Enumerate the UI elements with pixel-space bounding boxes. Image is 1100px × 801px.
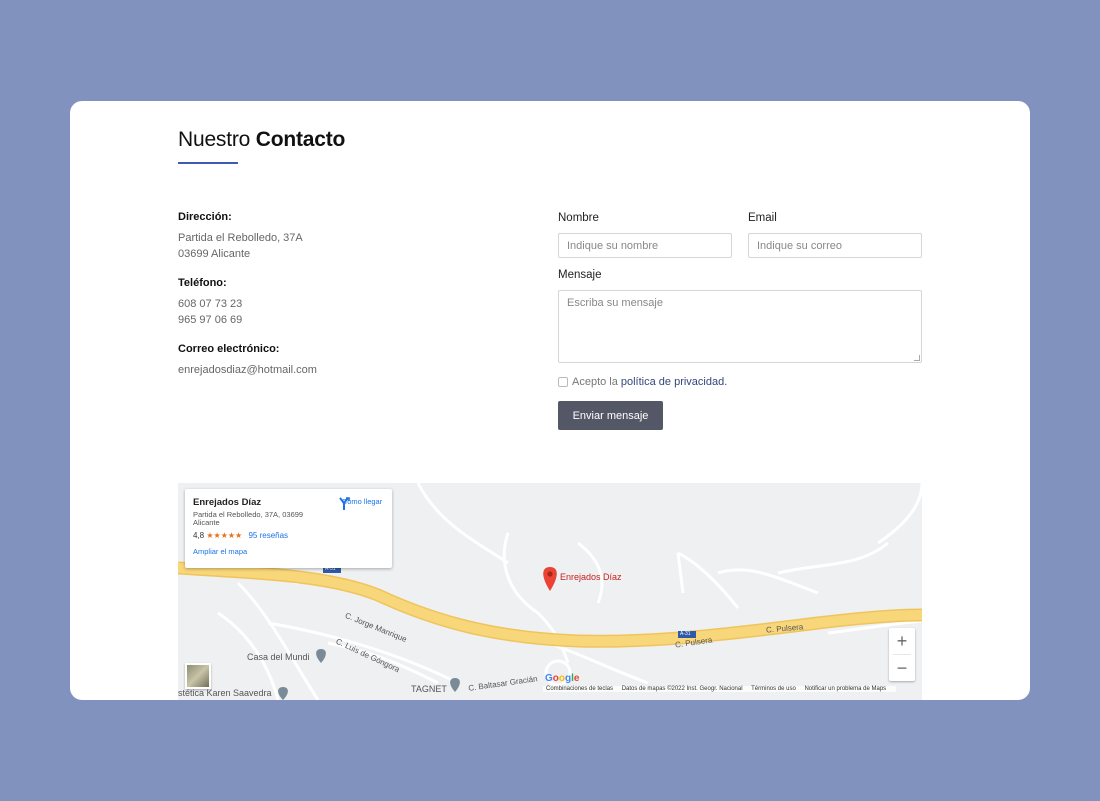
privacy-row: Acepto la política de privacidad. <box>558 376 727 388</box>
reviews-link[interactable]: 95 reseñas <box>248 531 288 540</box>
privacy-link[interactable]: política de privacidad. <box>621 376 727 388</box>
rating-stars: ★★★★★ <box>206 531 243 540</box>
address-line2: 03699 Alicante <box>178 248 251 260</box>
email-label: Correo electrónico: <box>178 343 280 355</box>
place-card: Enrejados Díaz Partida el Rebolledo, 37A… <box>185 489 392 568</box>
send-message-button[interactable]: Enviar mensaje <box>558 401 663 430</box>
place-rating-row: 4,8 ★★★★★ 95 reseñas <box>193 531 384 540</box>
phone-group: Teléfono: 608 07 73 23 965 97 06 69 <box>178 277 478 328</box>
phone-label: Teléfono: <box>178 277 227 289</box>
title-bold: Contacto <box>255 128 346 151</box>
name-label: Nombre <box>558 212 599 224</box>
shortcuts-link[interactable]: Combinaciones de teclas <box>546 686 613 692</box>
map-embed[interactable]: A-31 A-31 C. Jorge Manrique C. Luis de G… <box>178 483 922 700</box>
enlarge-map-link[interactable]: Ampliar el mapa <box>193 547 384 556</box>
phone-1: 608 07 73 23 <box>178 298 243 310</box>
pin-label[interactable]: Enrejados Díaz <box>560 572 622 582</box>
message-textarea[interactable]: Escriba su mensaje <box>558 290 922 363</box>
poi-karen: stética Karen Saavedra <box>178 688 272 698</box>
privacy-text: Acepto la <box>572 376 618 388</box>
email-field-label: Email <box>748 212 777 224</box>
contact-info: Dirección: Partida el Rebolledo, 37A 036… <box>178 211 478 393</box>
map-data-text: Datos de mapas ©2022 Inst. Geogr. Nacion… <box>621 686 743 692</box>
message-label: Mensaje <box>558 269 602 281</box>
report-link[interactable]: Notificar un problema de Maps <box>804 686 886 692</box>
name-input[interactable]: Indique su nombre <box>558 233 732 258</box>
zoom-in-button[interactable]: + <box>889 628 915 654</box>
email-input[interactable]: Indique su correo <box>748 233 922 258</box>
directions-icon <box>339 497 350 510</box>
terms-link[interactable]: Términos de uso <box>751 686 796 692</box>
email-group: Correo electrónico: enrejadosdiaz@hotmai… <box>178 343 478 378</box>
title-regular: Nuestro <box>178 128 251 151</box>
zoom-controls: + − <box>889 628 915 681</box>
google-logo: Google <box>545 673 580 684</box>
highway-badge-right: A-31 <box>680 631 691 637</box>
resize-handle[interactable] <box>914 355 920 361</box>
contact-card: Nuestro Contacto Dirección: Partida el R… <box>70 101 1030 700</box>
map-attribution: Combinaciones de teclas Datos de mapas ©… <box>543 686 897 692</box>
map-pin-icon <box>543 567 557 591</box>
page-title: Nuestro Contacto <box>178 128 345 152</box>
phone-2: 965 97 06 69 <box>178 314 243 326</box>
address-label: Dirección: <box>178 211 232 223</box>
message-placeholder: Escriba su mensaje <box>567 297 663 309</box>
place-address: Partida el Rebolledo, 37A, 03699 Alicant… <box>193 510 304 527</box>
title-underline <box>178 162 238 164</box>
rating-value: 4,8 <box>193 531 205 540</box>
address-line1: Partida el Rebolledo, 37A <box>178 232 303 244</box>
poi-tagnet: TAGNET <box>411 684 447 694</box>
satellite-toggle[interactable] <box>185 663 211 689</box>
directions-button[interactable]: Cómo llegar <box>337 497 387 510</box>
privacy-checkbox[interactable] <box>558 377 568 387</box>
poi-casa-mundi: Casa del Mundi <box>247 652 310 662</box>
address-group: Dirección: Partida el Rebolledo, 37A 036… <box>178 211 478 262</box>
email-value: enrejadosdiaz@hotmail.com <box>178 364 317 376</box>
zoom-out-button[interactable]: − <box>889 655 915 681</box>
